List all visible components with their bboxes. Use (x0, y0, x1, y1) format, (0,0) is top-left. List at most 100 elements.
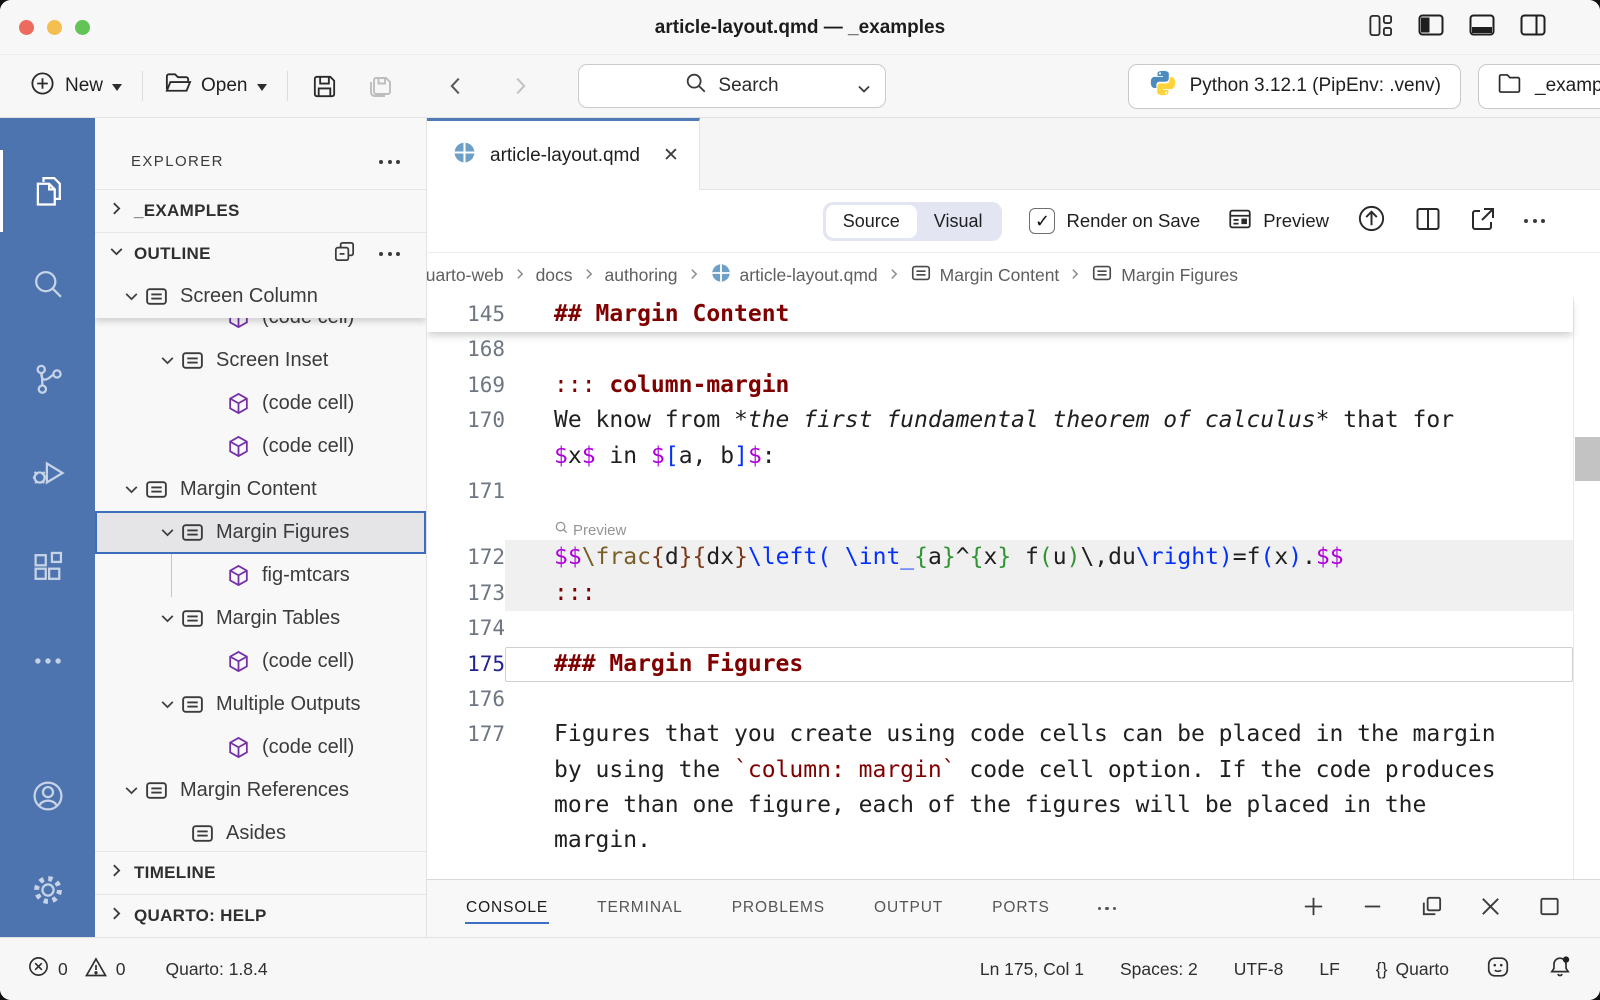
outline-item-margin-tables[interactable]: Margin Tables (95, 597, 426, 640)
code-line-169[interactable]: 169::: column-margin (427, 368, 1573, 403)
code-line-177[interactable]: 177Figures that you create using code ce… (427, 717, 1573, 752)
code-line-wrap[interactable]: margin. (427, 823, 1573, 858)
code-line-175[interactable]: 175### Margin Figures (427, 647, 1573, 682)
source-mode-button[interactable]: Source (826, 205, 917, 238)
settings-gear-icon[interactable] (0, 843, 95, 937)
more-views-icon[interactable] (0, 614, 95, 708)
indentation-status[interactable]: Spaces: 2 (1120, 959, 1198, 980)
source-control-icon[interactable] (0, 332, 95, 426)
panel-tab-ports[interactable]: PORTS (991, 894, 1051, 924)
outline-item-code-cell[interactable]: (code cell) (95, 382, 426, 425)
codelens-label[interactable]: Preview (573, 522, 626, 539)
outline-item-code-cell[interactable]: (code cell) (95, 318, 426, 339)
outline-item-margin-content[interactable]: Margin Content (95, 468, 426, 511)
search-view-icon[interactable] (0, 238, 95, 332)
open-button[interactable]: Open (152, 69, 277, 104)
encoding-status[interactable]: UTF-8 (1234, 959, 1284, 980)
code-line-wrap[interactable]: by using the `column: margin` code cell … (427, 753, 1573, 788)
navigate-forward-button[interactable] (494, 73, 546, 99)
section-outline[interactable]: OUTLINE (95, 232, 426, 275)
section-timeline[interactable]: TIMELINE (95, 851, 426, 894)
problems-status-button[interactable]: 0 0 (27, 955, 125, 984)
panel-tab-output[interactable]: OUTPUT (873, 894, 944, 924)
panel-tab-problems[interactable]: PROBLEMS (731, 894, 826, 924)
breadcrumb-item-article-layout-qmd[interactable]: article-layout.qmd (710, 262, 878, 289)
publish-icon[interactable] (1356, 203, 1387, 239)
extensions-icon[interactable] (0, 520, 95, 614)
section-quarto-help[interactable]: QUARTO: HELP (95, 894, 426, 937)
code-line-171[interactable]: 171 (427, 474, 1573, 509)
split-editor-icon[interactable] (1414, 205, 1442, 238)
collapse-all-icon[interactable] (332, 239, 357, 269)
eol-status[interactable]: LF (1319, 959, 1339, 980)
outline-item-margin-figures[interactable]: Margin Figures (95, 511, 426, 554)
language-mode-status[interactable]: {} Quarto (1376, 959, 1449, 980)
breadcrumb-item-docs[interactable]: docs (536, 265, 573, 286)
toggle-secondary-sidebar-icon[interactable] (1519, 11, 1547, 44)
new-button[interactable]: New (18, 70, 133, 103)
panel-minimize-icon[interactable] (1360, 894, 1385, 924)
navigate-back-button[interactable] (430, 73, 482, 99)
customize-layout-icon[interactable] (1367, 12, 1394, 44)
cursor-position-status[interactable]: Ln 175, Col 1 (980, 959, 1084, 980)
panel-tab-terminal[interactable]: TERMINAL (596, 894, 684, 924)
search-input[interactable]: Search (578, 64, 886, 108)
visual-mode-button[interactable]: Visual (917, 205, 1000, 238)
code-line-145[interactable]: 145## Margin Content (427, 297, 1573, 332)
outline-item-margin-references[interactable]: Margin References (95, 769, 426, 812)
breadcrumb-item-authoring[interactable]: authoring (605, 265, 678, 286)
code-line-wrap[interactable]: more than one figure, each of the figure… (427, 788, 1573, 823)
panel-close-icon[interactable] (1478, 894, 1503, 924)
code-line-174[interactable]: 174 (427, 611, 1573, 646)
outline-more-actions-icon[interactable] (379, 252, 400, 256)
panel-restore-icon[interactable] (1419, 894, 1444, 924)
close-tab-icon[interactable]: ✕ (663, 144, 679, 167)
panel-tab-console[interactable]: CONSOLE (465, 894, 549, 924)
chevron-down-icon[interactable] (856, 80, 872, 102)
editor-more-actions-icon[interactable] (1524, 219, 1545, 223)
breadcrumb-item-margin-content[interactable]: Margin Content (910, 262, 1060, 289)
code-line-176[interactable]: 176 (427, 682, 1573, 717)
toggle-primary-sidebar-icon[interactable] (1417, 11, 1445, 44)
quarto-version-status[interactable]: Quarto: 1.8.4 (165, 959, 267, 980)
editor-scrollbar[interactable] (1573, 297, 1600, 879)
interpreter-selector-button[interactable]: Python 3.12.1 (PipEnv: .venv) (1128, 64, 1461, 109)
account-icon[interactable] (0, 749, 95, 843)
outline-item-screen-inset[interactable]: Screen Inset (95, 339, 426, 382)
panel-maximize-icon[interactable] (1537, 894, 1562, 924)
tab-article-layout[interactable]: article-layout.qmd ✕ (427, 118, 700, 190)
section-workspace[interactable]: _EXAMPLES (95, 189, 426, 232)
render-on-save-checkbox[interactable]: ✓ (1029, 208, 1055, 234)
close-window-button[interactable] (19, 20, 34, 35)
codelens-preview[interactable]: Preview (427, 509, 1573, 540)
run-debug-icon[interactable] (0, 426, 95, 520)
code-line-wrap[interactable]: $x$ in $[a, b]$: (427, 439, 1573, 474)
outline-item-screen-column[interactable]: Screen Column (95, 275, 426, 318)
feedback-smiley-icon[interactable] (1485, 954, 1511, 985)
outline-item-asides[interactable]: Asides (95, 812, 426, 851)
outline-item-code-cell[interactable]: (code cell) (95, 425, 426, 468)
breadcrumb-item-margin-figures[interactable]: Margin Figures (1091, 262, 1238, 289)
code-line-170[interactable]: 170We know from *the first fundamental t… (427, 403, 1573, 438)
save-all-button[interactable] (352, 71, 408, 101)
breadcrumb-item-quarto-web[interactable]: quarto-web (427, 265, 504, 286)
toggle-panel-icon[interactable] (1468, 11, 1496, 44)
explorer-icon[interactable] (0, 144, 95, 238)
outline-item-multiple-outputs[interactable]: Multiple Outputs (95, 683, 426, 726)
preview-button[interactable]: Preview (1227, 206, 1329, 237)
code-editor[interactable]: 145## Margin Content168169::: column-mar… (427, 297, 1600, 879)
explorer-more-actions-icon[interactable] (379, 160, 400, 164)
outline-item-code-cell[interactable]: (code cell) (95, 726, 426, 769)
minimize-window-button[interactable] (47, 20, 62, 35)
panel-more-tabs-icon[interactable] (1098, 907, 1117, 911)
zoom-window-button[interactable] (75, 20, 90, 35)
outline-item-code-cell[interactable]: (code cell) (95, 640, 426, 683)
panel-plus-icon[interactable] (1301, 894, 1326, 924)
save-button[interactable] (297, 72, 352, 101)
code-line-168[interactable]: 168 (427, 332, 1573, 367)
code-line-173[interactable]: 173::: (427, 576, 1573, 611)
workspace-selector-button[interactable]: _examples (1478, 64, 1600, 109)
scrollbar-thumb[interactable] (1575, 437, 1600, 481)
open-external-icon[interactable] (1469, 205, 1497, 238)
outline-item-fig-mtcars[interactable]: fig-mtcars (95, 554, 426, 597)
